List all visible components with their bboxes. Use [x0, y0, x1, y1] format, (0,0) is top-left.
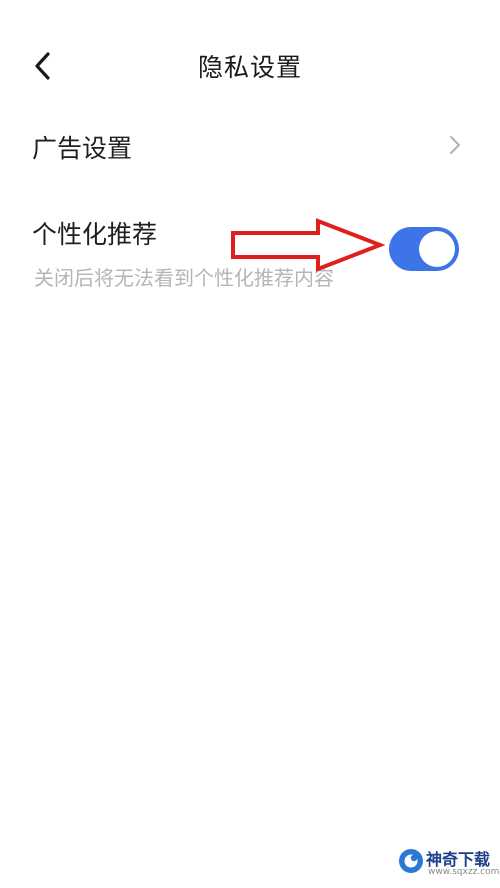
ad-settings-row[interactable]: 广告设置 — [0, 118, 500, 178]
watermark-url: www.sqxzz.com — [428, 867, 500, 877]
personalized-recommendation-label: 个性化推荐 — [32, 220, 158, 249]
personalized-recommendation-toggle[interactable] — [389, 227, 459, 271]
red-arrow-icon — [231, 218, 386, 272]
chevron-right-icon — [450, 136, 460, 154]
watermark-logo-icon — [399, 849, 423, 873]
ad-settings-label: 广告设置 — [32, 134, 133, 163]
page-title: 隐私设置 — [197, 53, 302, 82]
watermark: 神奇下载 www.sqxzz.com — [398, 846, 500, 882]
header: 隐私设置 — [0, 0, 500, 130]
toggle-knob — [419, 231, 455, 267]
